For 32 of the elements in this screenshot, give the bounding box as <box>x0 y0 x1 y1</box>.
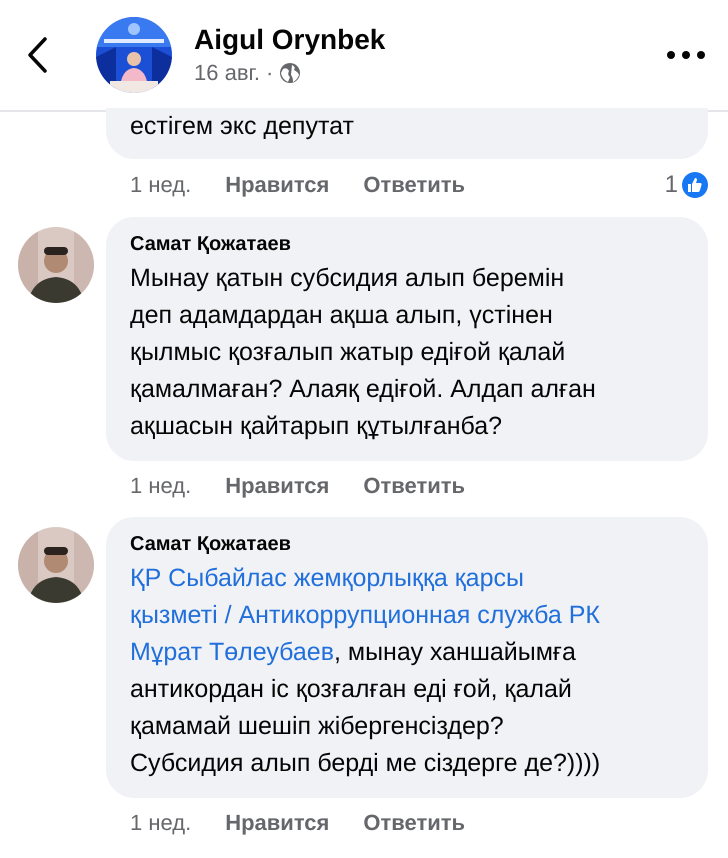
author-name: Aigul Orynbek <box>194 24 386 56</box>
comment-text: Мұрат Төлеубаев, мынау ханшайымға <box>130 637 577 668</box>
back-button[interactable] <box>26 36 48 74</box>
post-date: 16 авг. <box>194 60 260 86</box>
comment-text: деп адамдардан ақша алып, үстінен <box>130 300 554 331</box>
commenter-name: Самат Қожатаев <box>130 533 292 556</box>
comment-text: антикордан іс қозғалған еді ғой, қалай <box>130 674 573 705</box>
comment-time: 1 нед. <box>130 473 192 499</box>
like-link[interactable]: Нравится <box>225 473 330 499</box>
comment-time: 1 нед. <box>130 172 192 198</box>
separator-dot: · <box>266 60 274 86</box>
comment-text: ақшасын қайтарып құтылғанба? <box>130 411 504 442</box>
comment-text: қамамай шешіп жібергенсіздер? <box>130 711 505 742</box>
globe-icon <box>279 62 302 84</box>
like-link[interactable]: Нравится <box>225 172 330 198</box>
comment-text: естігем экс депутат <box>130 111 355 142</box>
mention-link[interactable]: қызметі / Антикоррупционная служба РК <box>130 601 600 629</box>
mention-link[interactable]: Мұрат Төлеубаев <box>130 638 334 666</box>
comment-text: қамалмаған? Алаяқ едіғой. Алдап алған <box>130 374 597 405</box>
comment-text: қылмыс қозғалып жатыр едіғой қалай <box>130 337 566 368</box>
like-link[interactable]: Нравится <box>225 810 330 836</box>
reply-link[interactable]: Ответить <box>363 172 466 198</box>
like-icon <box>682 172 708 198</box>
more-button[interactable] <box>666 50 706 60</box>
reply-link[interactable]: Ответить <box>363 473 466 499</box>
mention-link[interactable]: ҚР Сыбайлас жемқорлыққа қарсы <box>130 564 524 592</box>
commenter-name: Самат Қожатаев <box>130 233 292 256</box>
comment-text: Мынау қатын субсидия алып беремін <box>130 263 566 294</box>
comment-text: Субсидия алып берді ме сіздерге де?)))) <box>130 748 602 779</box>
reply-link[interactable]: Ответить <box>363 810 466 836</box>
reaction-count: 1 <box>664 171 678 199</box>
comment-time: 1 нед. <box>130 810 192 836</box>
